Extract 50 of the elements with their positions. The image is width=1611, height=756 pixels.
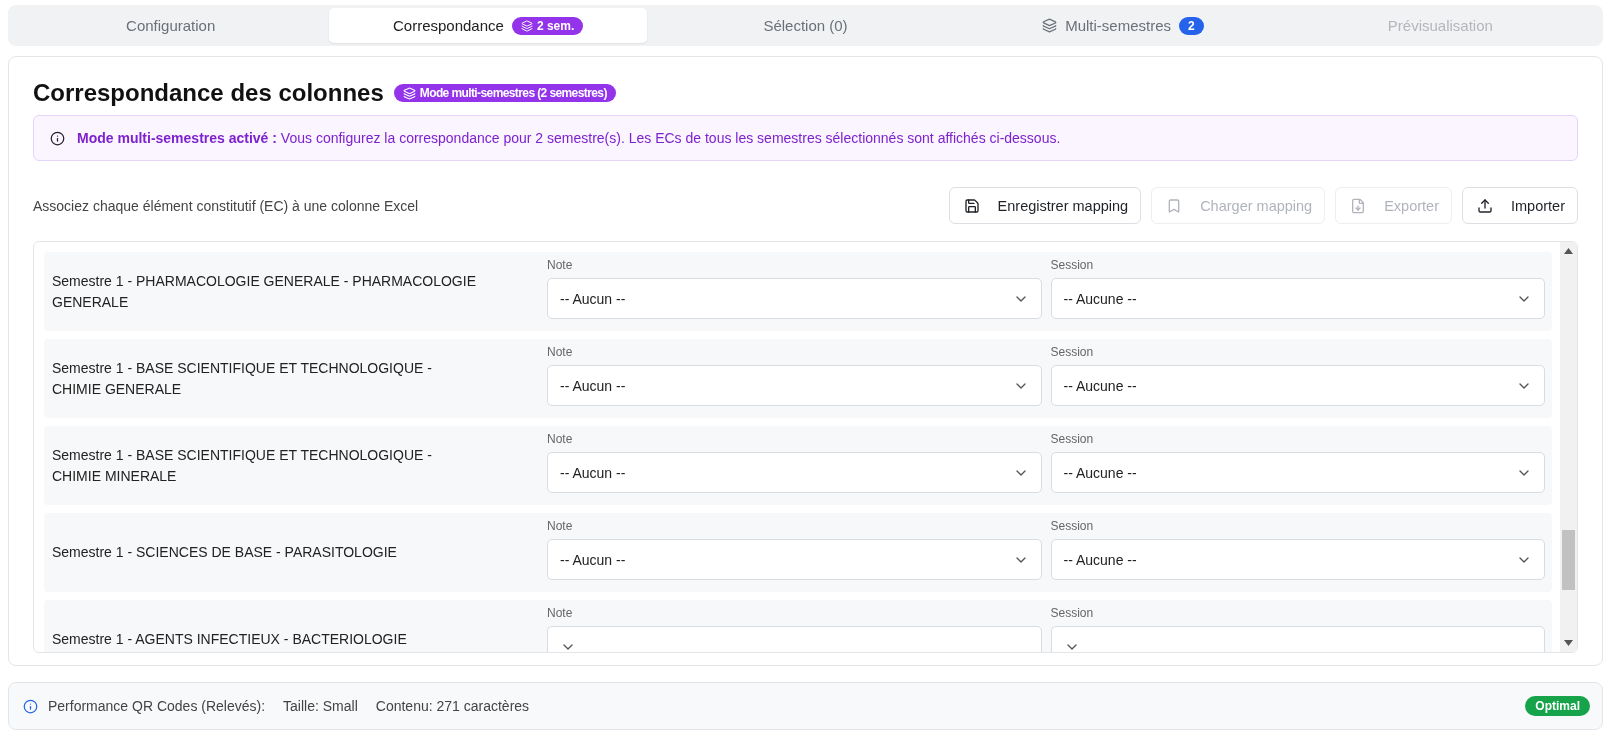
tab[interactable]: Configuration (12, 8, 330, 43)
field-label: Note (547, 432, 574, 446)
scroll-up-icon[interactable] (1564, 248, 1573, 254)
count-badge: 2 (1179, 16, 1204, 35)
info-icon (23, 698, 38, 714)
ec-label: Semestre 1 - BASE SCIENTIFIQUE ET TECHNOLOGIQUE - CHIMIE GENERALE (52, 358, 433, 399)
note-select[interactable]: -- Aucun -- (547, 278, 1042, 319)
toolbar-button[interactable]: Enregistrer mapping (948, 187, 1142, 224)
session-select[interactable]: -- Aucune -- (1050, 278, 1545, 319)
field-label: Session (1050, 258, 1095, 272)
session-select[interactable]: -- Aucune -- (1050, 539, 1545, 580)
field-label: Session (1050, 432, 1095, 446)
footer-title: Performance QR Codes (Relevés): (48, 698, 266, 714)
file-arrow-icon (1350, 197, 1367, 214)
notice-text: Mode multi-semestres activé : Vous configurez la correspondance pour 2 semestre(s). Les ECs de tous les semestres sélectionnés sont affichés ci-dessous. (77, 130, 1061, 146)
instruction-text: Associez chaque élément constitutif (EC) à une colonne Excel (33, 197, 419, 214)
ec-label: Semestre 1 - SCIENCES DE BASE - PARASITOLOGIE (52, 543, 398, 562)
field-label: Note (547, 258, 574, 272)
mode-badge: Mode multi-semestres (2 semestres) (393, 84, 616, 102)
toolbar-button[interactable]: Importer (1462, 187, 1578, 224)
field-label: Session (1050, 606, 1095, 620)
session-select[interactable]: -- Aucune -- (1050, 365, 1545, 406)
scrollbar[interactable] (1560, 242, 1577, 652)
field-label: Session (1050, 519, 1095, 533)
ec-label: Semestre 1 - AGENTS INFECTIEUX - BACTERIOLOGIE (52, 630, 408, 649)
count-badge: 2 sem. (511, 16, 584, 35)
field-label: Session (1050, 345, 1095, 359)
note-select[interactable]: -- Aucun -- (547, 452, 1042, 493)
ec-label: Semestre 1 - PHARMACOLOGIE GENERALE - PHARMACOLOGIE GENERALE (52, 271, 477, 312)
upload-icon (1477, 197, 1493, 214)
layers-icon (1042, 18, 1058, 33)
scroll-thumb[interactable] (1562, 530, 1575, 590)
footer-content: Contenu: 271 caractères (375, 698, 530, 714)
tab[interactable]: Multi-semestres 2 (964, 8, 1282, 43)
tab[interactable]: Correspondance 2 sem. (329, 8, 647, 43)
ec-label: Semestre 1 - BASE SCIENTIFIQUE ET TECHNOLOGIQUE - CHIMIE MINERALE (52, 445, 433, 486)
note-select[interactable]: -- Aucun -- (547, 539, 1042, 580)
section-title: Correspondance des colonnes (33, 79, 384, 107)
status-badge: Optimal (1525, 696, 1590, 716)
tab[interactable]: Sélection (0) (646, 8, 965, 43)
layers-icon (520, 19, 533, 32)
info-icon (50, 130, 65, 146)
footer-size: Taille: Small (283, 698, 358, 714)
field-label: Note (547, 606, 574, 620)
field-label: Note (547, 345, 574, 359)
scroll-down-icon[interactable] (1564, 640, 1573, 646)
note-select[interactable]: -- Aucun -- (547, 365, 1042, 406)
session-select[interactable]: -- Aucune -- (1050, 452, 1545, 493)
layers-icon (402, 86, 416, 100)
field-label: Note (547, 519, 574, 533)
